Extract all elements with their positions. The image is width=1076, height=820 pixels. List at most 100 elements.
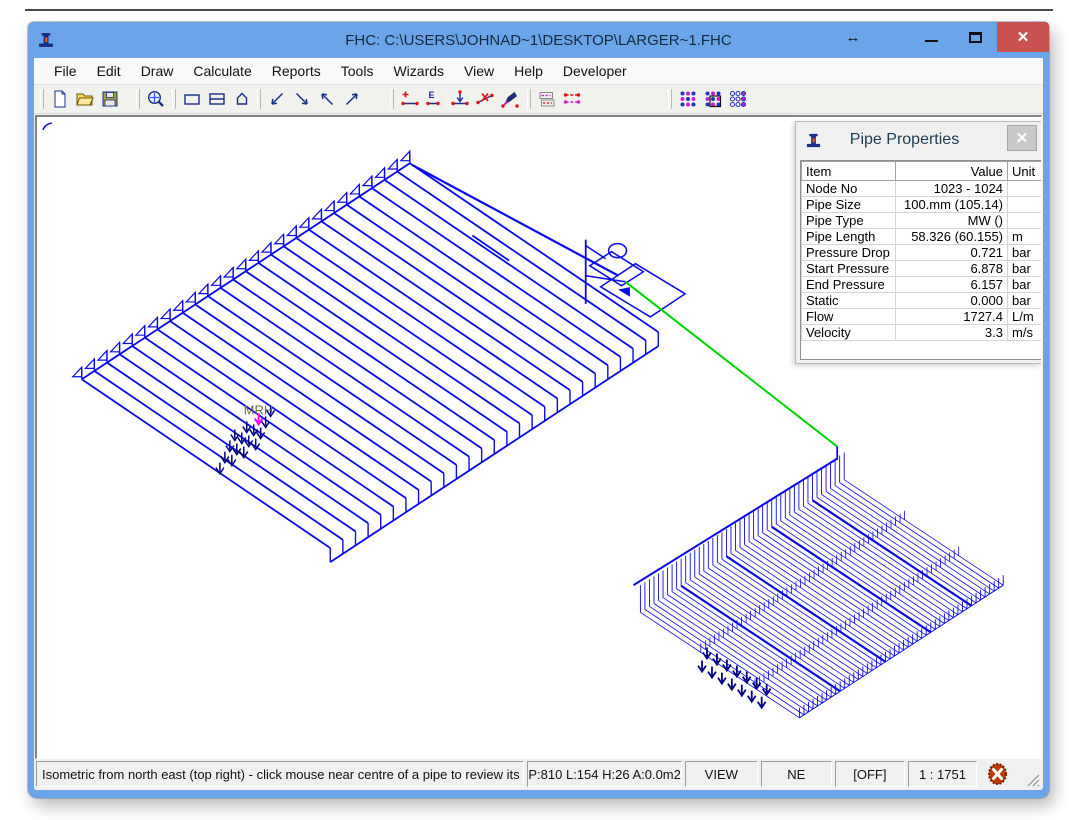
menu-developer[interactable]: Developer	[553, 58, 637, 84]
tee-node-icon[interactable]	[447, 87, 472, 111]
arrow-nw-icon[interactable]	[314, 87, 339, 111]
menu-view[interactable]: View	[454, 58, 504, 84]
new-file-icon[interactable]	[47, 87, 72, 111]
menu-tools[interactable]: Tools	[331, 58, 384, 84]
status-message: Isometric from north east (top right) - …	[36, 761, 524, 787]
status-tail	[980, 761, 1041, 787]
close-button[interactable]: ✕	[997, 22, 1049, 52]
resize-grip[interactable]	[1026, 773, 1040, 787]
prop-value: 1023 - 1024	[896, 181, 1008, 197]
maximize-button[interactable]	[953, 22, 997, 52]
pipe-prop-row[interactable]: Velocity 3.3 m/s	[802, 325, 1043, 341]
rect-tool-icon[interactable]	[179, 87, 204, 111]
prop-unit: L/m	[1008, 309, 1043, 325]
arrow-sw-icon[interactable]	[264, 87, 289, 111]
status-scale: 1 : 1751	[908, 761, 978, 787]
move-range-icon[interactable]	[559, 87, 584, 111]
menu-file[interactable]: File	[44, 58, 87, 84]
background-window-edge	[25, 9, 1053, 11]
grid-dots-icon[interactable]	[675, 87, 700, 111]
prop-unit: bar	[1008, 245, 1043, 261]
menu-reports[interactable]: Reports	[262, 58, 331, 84]
pipe-properties-table: Item Value Unit Node No 1023 - 1024 Pipe…	[800, 160, 1042, 360]
table-header-row: Item Value Unit	[802, 162, 1043, 181]
drawing-canvas[interactable]: MRH Pipe Properties ✕	[35, 115, 1042, 759]
split-rect-tool-icon[interactable]	[204, 87, 229, 111]
prop-unit	[1008, 197, 1043, 213]
prop-value: 100.mm (105.14)	[896, 197, 1008, 213]
toolbar-grip	[172, 89, 176, 109]
zoom-extents-icon[interactable]	[143, 87, 168, 111]
pipe-prop-row[interactable]: Flow 1727.4 L/m	[802, 309, 1043, 325]
status-counts: P:810 L:154 H:26 A:0.0m2	[527, 761, 682, 787]
toolbar-grip	[40, 89, 44, 109]
prop-value: 1727.4	[896, 309, 1008, 325]
prop-value: 0.721	[896, 245, 1008, 261]
prop-unit	[1008, 181, 1043, 197]
prop-value: 3.3	[896, 325, 1008, 341]
prop-item: Static	[802, 293, 896, 309]
pipe-prop-row[interactable]: Start Pressure 6.878 bar	[802, 261, 1043, 277]
grid-open-icon[interactable]	[725, 87, 750, 111]
panel-close-button[interactable]: ✕	[1007, 125, 1037, 151]
prop-value: 58.326 (60.155)	[896, 229, 1008, 245]
pipe-prop-row[interactable]: Node No 1023 - 1024	[802, 181, 1043, 197]
menu-calculate[interactable]: Calculate	[183, 58, 261, 84]
pen-icon[interactable]	[497, 87, 522, 111]
prop-value: 6.878	[896, 261, 1008, 277]
prop-unit: bar	[1008, 261, 1043, 277]
app-window: FHC: C:\USERS\JOHNAD~1\DESKTOP\LARGER~1.…	[28, 22, 1049, 798]
prop-unit: m	[1008, 229, 1043, 245]
pipe-properties-panel: Pipe Properties ✕ Item Value Unit	[795, 121, 1041, 364]
toolbar-grip	[668, 89, 672, 109]
prop-unit: m/s	[1008, 325, 1043, 341]
arrow-ne-icon[interactable]	[339, 87, 364, 111]
prop-item: Pipe Length	[802, 229, 896, 245]
pipe-prop-row[interactable]: Static 0.000 bar	[802, 293, 1043, 309]
menu-edit[interactable]: Edit	[87, 58, 131, 84]
prop-unit: bar	[1008, 277, 1043, 293]
menu-draw[interactable]: Draw	[131, 58, 184, 84]
calculation-status-icon[interactable]	[988, 763, 1007, 785]
grid-target-icon[interactable]	[700, 87, 725, 111]
save-icon[interactable]	[97, 87, 122, 111]
pipe-prop-row[interactable]: Pipe Type MW ()	[802, 213, 1043, 229]
toolbar-grip	[527, 89, 531, 109]
menu-help[interactable]: Help	[504, 58, 553, 84]
status-mode-view[interactable]: VIEW	[685, 761, 758, 787]
arrow-se-icon[interactable]	[289, 87, 314, 111]
pipe-prop-row[interactable]: Pressure Drop 0.721 bar	[802, 245, 1043, 261]
status-snap-off[interactable]: [OFF]	[835, 761, 905, 787]
prop-value: 6.157	[896, 277, 1008, 293]
toolbar-grip	[257, 89, 261, 109]
svg-text:E: E	[428, 90, 434, 100]
prop-unit: bar	[1008, 293, 1043, 309]
col-item: Item	[802, 162, 896, 181]
minimize-button[interactable]	[909, 22, 953, 52]
prop-item: Start Pressure	[802, 261, 896, 277]
menu-wizards[interactable]: Wizards	[383, 58, 454, 84]
toolbar-grip	[390, 89, 394, 109]
svg-text:MRH: MRH	[244, 402, 273, 417]
drag-cursor-icon: ↔	[833, 22, 873, 52]
add-node-icon[interactable]	[397, 87, 422, 111]
prop-unit	[1008, 213, 1043, 229]
polygon-tool-icon[interactable]	[229, 87, 254, 111]
pipe-prop-row[interactable]: Pipe Size 100.mm (105.14)	[802, 197, 1043, 213]
open-folder-icon[interactable]	[72, 87, 97, 111]
prop-item: Velocity	[802, 325, 896, 341]
prop-value: 0.000	[896, 293, 1008, 309]
panel-title: Pipe Properties	[796, 131, 1013, 149]
prop-item: Flow	[802, 309, 896, 325]
toolbar: E	[34, 85, 1043, 114]
status-orientation-ne[interactable]: NE	[761, 761, 833, 787]
break-pipe-icon[interactable]	[472, 87, 497, 111]
copy-range-icon[interactable]	[534, 87, 559, 111]
pipe-prop-row[interactable]: End Pressure 6.157 bar	[802, 277, 1043, 293]
status-bar: Isometric from north east (top right) - …	[34, 759, 1043, 790]
end-node-icon[interactable]: E	[422, 87, 447, 111]
pipe-prop-row[interactable]: Pipe Length 58.326 (60.155) m	[802, 229, 1043, 245]
prop-value: MW ()	[896, 213, 1008, 229]
prop-item: Pipe Type	[802, 213, 896, 229]
prop-item: Pressure Drop	[802, 245, 896, 261]
